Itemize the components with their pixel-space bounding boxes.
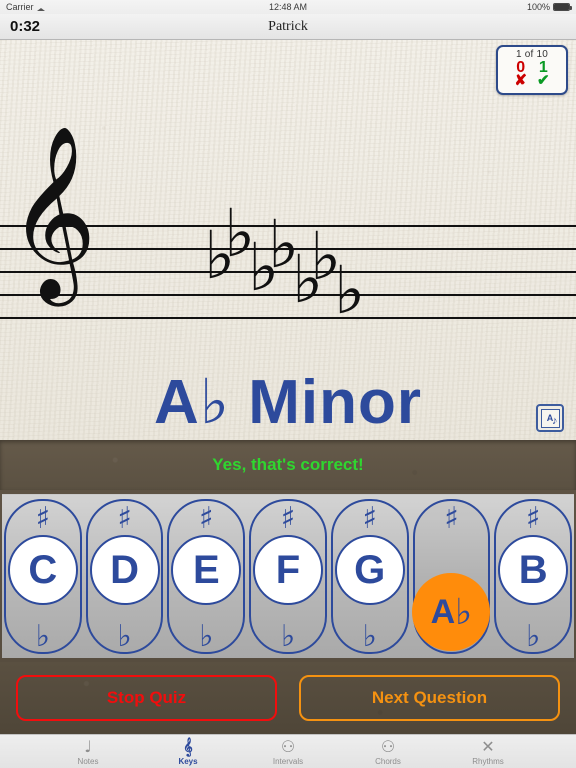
- flat-icon[interactable]: ♭: [36, 622, 50, 652]
- tab-intervals[interactable]: ⚇ Intervals: [257, 738, 319, 766]
- key-signature-flat-7: ♭: [334, 252, 366, 329]
- battery-icon: [553, 3, 572, 11]
- tab-notes[interactable]: ♩ Notes: [57, 738, 119, 766]
- key-letter-disc[interactable]: G: [334, 535, 405, 605]
- stop-quiz-button[interactable]: Stop Quiz: [16, 675, 277, 721]
- feedback-text: Yes, that's correct!: [212, 455, 364, 474]
- feedback-banner: Yes, that's correct!: [0, 440, 576, 490]
- cross-icon: ✘: [514, 71, 527, 89]
- answer-accidental: ♭: [199, 365, 231, 438]
- sharp-icon[interactable]: ♯: [36, 504, 51, 534]
- key-button-a[interactable]: ♯ A♭ ♭: [411, 495, 493, 658]
- music-staff: 𝄞 ♭ ♭ ♭ ♭ ♭ ♭ ♭: [0, 137, 576, 330]
- app-root: Carrier 12:48 AM 100% 0:32 Patrick 1 of …: [0, 0, 576, 768]
- tab-intervals-label: Intervals: [272, 756, 304, 766]
- key-letter-disc[interactable]: E: [171, 535, 242, 605]
- key-letter-disc[interactable]: B: [498, 535, 569, 605]
- score-rows: 0 ✘ 1 ✔: [514, 60, 550, 89]
- key-letter-disc[interactable]: F: [253, 535, 324, 605]
- status-bar-right: 100%: [526, 2, 572, 12]
- page-title: Patrick: [268, 19, 308, 34]
- tab-keys[interactable]: 𝄞 Keys: [157, 738, 219, 766]
- tab-notes-label: Notes: [77, 756, 99, 766]
- score-wrong: 0 ✘: [514, 60, 527, 89]
- key-button-c[interactable]: ♯ C ♭: [2, 495, 84, 658]
- note-keyboard-row: ♯ C ♭ ♯ D ♭ ♯ E ♭ ♯ F ♭ ♯ G ♭ ♯ A ♭ ♯ B …: [2, 494, 574, 658]
- two-notes-stacked-icon: ⚇: [280, 736, 296, 756]
- key-letter: C: [28, 547, 58, 592]
- key-letter: D: [110, 547, 140, 592]
- next-question-button[interactable]: Next Question: [299, 675, 560, 721]
- key-letter-disc-selected[interactable]: A ♭: [412, 573, 491, 651]
- answer-quality: Minor: [248, 368, 422, 437]
- key-accidental: ♭: [455, 591, 473, 633]
- sharp-icon[interactable]: ♯: [117, 504, 132, 534]
- flat-icon[interactable]: ♭: [199, 622, 213, 652]
- treble-clef-icon: 𝄞: [8, 125, 97, 299]
- note-name-toggle-glyph: A: [540, 408, 560, 428]
- note-keyboard: ♯ C ♭ ♯ D ♭ ♯ E ♭ ♯ F ♭ ♯ G ♭ ♯ A ♭ ♯ B …: [0, 490, 576, 662]
- status-bar-clock: 12:48 AM: [268, 2, 308, 12]
- action-bar: Stop Quiz Next Question: [0, 662, 576, 734]
- flat-icon[interactable]: ♭: [281, 622, 295, 652]
- key-button-b[interactable]: ♯ B ♭: [492, 495, 574, 658]
- key-letter-disc[interactable]: D: [89, 535, 160, 605]
- key-letter: G: [354, 547, 386, 592]
- tab-keys-label: Keys: [178, 756, 198, 766]
- score-right: 1 ✔: [537, 60, 550, 89]
- key-letter: E: [192, 547, 220, 592]
- sharp-icon[interactable]: ♯: [199, 504, 214, 534]
- battery-percent-label: 100%: [526, 2, 550, 12]
- flat-icon[interactable]: ♭: [526, 622, 540, 652]
- key-button-e[interactable]: ♯ E ♭: [165, 495, 247, 658]
- key-letter: B: [518, 547, 548, 592]
- quarter-note-icon: ♩: [84, 736, 92, 756]
- key-name-answer: A♭ Minor: [0, 365, 576, 438]
- tab-chords-label: Chords: [375, 756, 401, 766]
- answer-letter: A: [153, 368, 200, 437]
- check-icon: ✔: [537, 71, 550, 89]
- sharp-icon[interactable]: ♯: [526, 504, 541, 534]
- key-letter-disc[interactable]: C: [7, 535, 78, 605]
- treble-clef-sharp-icon: 𝄞: [183, 736, 193, 756]
- note-name-toggle-icon[interactable]: A: [536, 404, 564, 432]
- tab-bar: ♩ Notes 𝄞 Keys ⚇ Intervals ⚇ Chords ✕ Rh…: [0, 734, 576, 768]
- key-button-d[interactable]: ♯ D ♭: [84, 495, 166, 658]
- tab-chords[interactable]: ⚇ Chords: [357, 738, 419, 766]
- score-badge[interactable]: 1 of 10 0 ✘ 1 ✔: [496, 45, 568, 95]
- key-button-g[interactable]: ♯ G ♭: [329, 495, 411, 658]
- flat-icon[interactable]: ♭: [118, 622, 132, 652]
- sharp-icon[interactable]: ♯: [444, 504, 459, 534]
- tab-rhythms[interactable]: ✕ Rhythms: [457, 738, 519, 766]
- sharp-icon[interactable]: ♯: [281, 504, 296, 534]
- flat-icon[interactable]: ♭: [363, 622, 377, 652]
- key-signature: ♭ ♭ ♭ ♭ ♭ ♭ ♭: [200, 185, 370, 325]
- tab-rhythms-label: Rhythms: [472, 756, 504, 766]
- status-bar: Carrier 12:48 AM 100%: [0, 0, 576, 14]
- navigation-bar: 0:32 Patrick: [0, 14, 576, 40]
- key-letter: A: [430, 592, 456, 631]
- three-notes-stacked-icon: ⚇: [380, 736, 396, 756]
- key-letter: F: [275, 547, 301, 592]
- key-button-f[interactable]: ♯ F ♭: [247, 495, 329, 658]
- sharp-icon[interactable]: ♯: [362, 504, 377, 534]
- rhythm-x-notes-icon: ✕: [481, 736, 495, 756]
- staff-panel: 1 of 10 0 ✘ 1 ✔ 𝄞 ♭ ♭ ♭ ♭ ♭ ♭ ♭ A♭ Minor…: [0, 40, 576, 440]
